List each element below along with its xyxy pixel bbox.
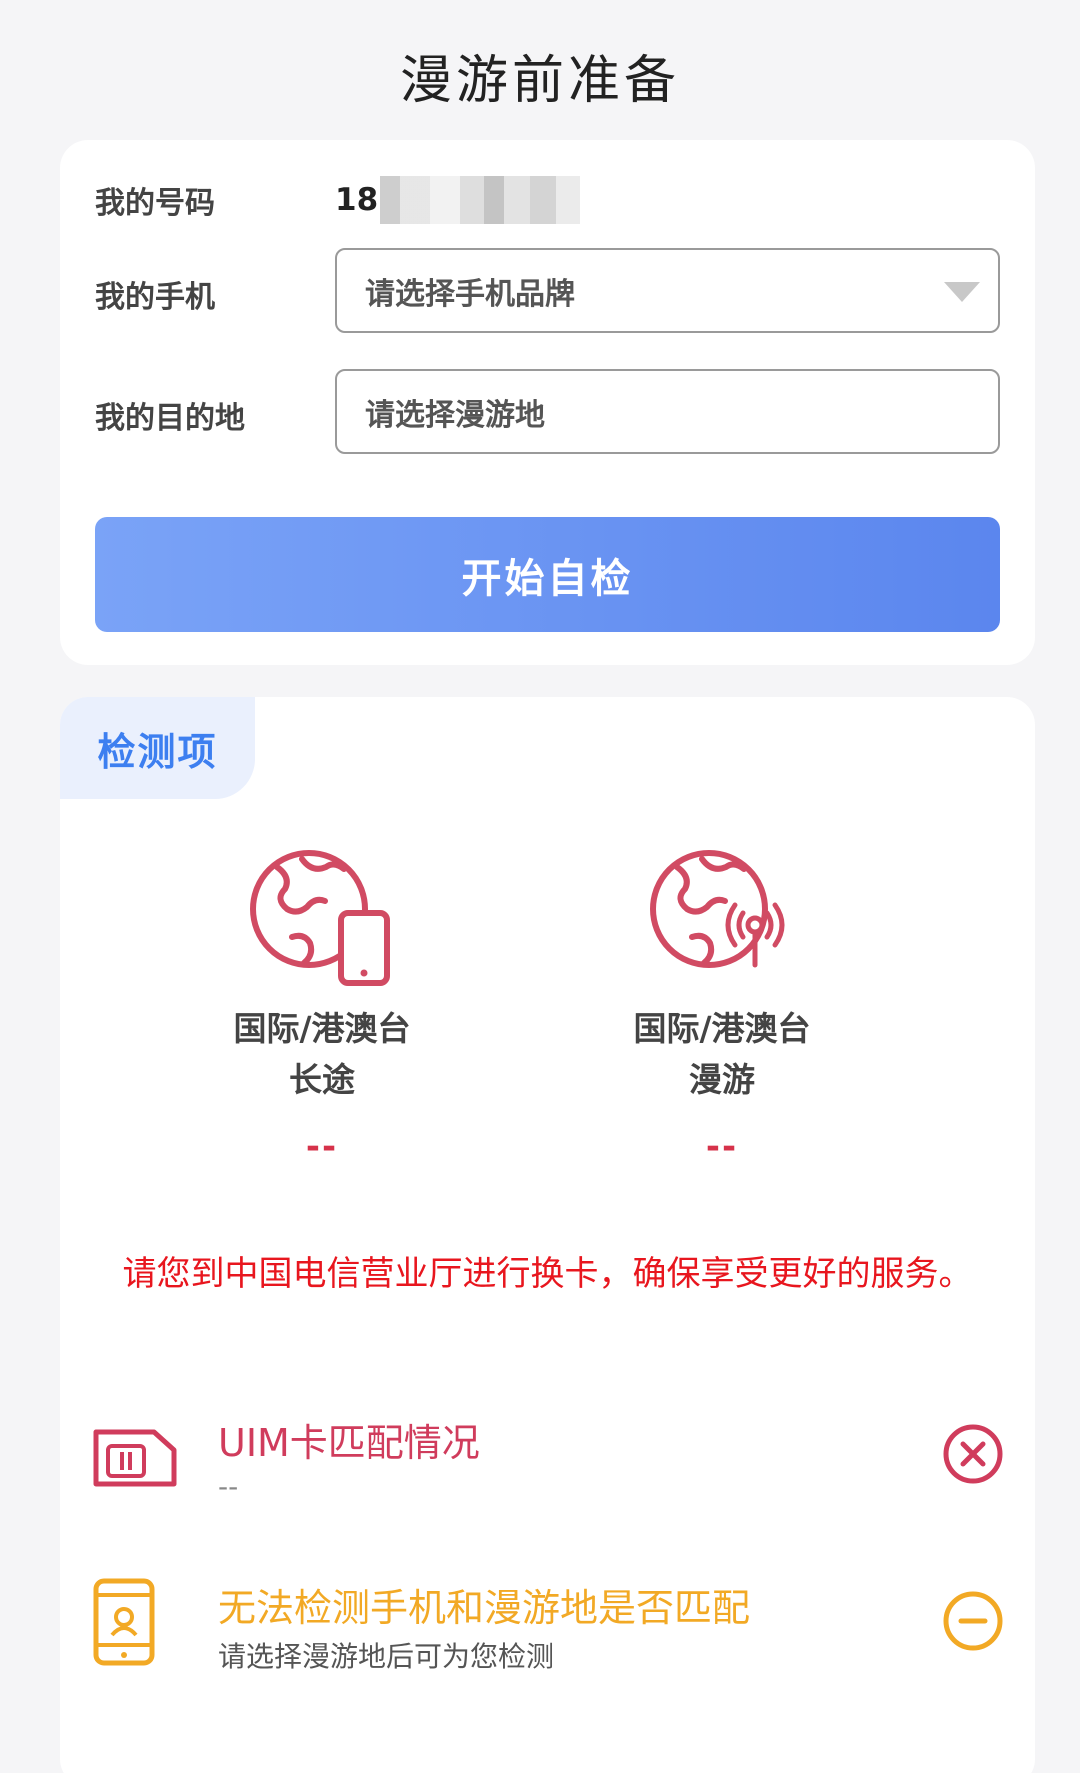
destination-placeholder: 请选择漫游地 xyxy=(365,397,545,433)
phone-number-prefix: 18 xyxy=(335,182,379,218)
globe-phone-icon xyxy=(250,850,390,986)
feature-international-roaming[interactable]: 国际/港澳台 漫游 -- xyxy=(572,837,872,1167)
phone-brand-placeholder: 请选择手机品牌 xyxy=(365,276,575,312)
phone-label: 我的手机 xyxy=(95,280,215,315)
check-title: 无法检测手机和漫游地是否匹配 xyxy=(218,1586,751,1630)
start-self-check-button[interactable]: 开始自检 xyxy=(95,517,1000,632)
check-item-uim[interactable]: UIM卡匹配情况 -- xyxy=(60,1412,1035,1542)
feature-status: -- xyxy=(705,1127,739,1167)
phone-brand-select[interactable]: 请选择手机品牌 xyxy=(335,248,1000,333)
destination-select[interactable]: 请选择漫游地 xyxy=(335,369,1000,454)
globe-signal-icon xyxy=(650,850,785,968)
feature-label: 国际/港澳台 长途 xyxy=(233,1009,411,1099)
roaming-prep-page: 漫游前准备 我的号码 18 我的手机 请选择手机品牌 我的目的地 请选择漫游地 … xyxy=(0,0,1080,1773)
feature-status: -- xyxy=(305,1127,339,1167)
masked-number xyxy=(380,176,581,224)
check-item-phone-location[interactable]: 无法检测手机和漫游地是否匹配 请选择漫游地后可为您检测 xyxy=(60,1577,1035,1707)
form-card: 我的号码 18 我的手机 请选择手机品牌 我的目的地 请选择漫游地 开始自检 xyxy=(60,140,1035,665)
tab-check-items[interactable]: 检测项 xyxy=(60,697,255,799)
feature-label: 国际/港澳台 漫游 xyxy=(633,1009,811,1099)
check-subtitle: 请选择漫游地后可为您检测 xyxy=(218,1640,555,1673)
checks-card: 检测项 国际/港澳台 长途 -- 国际/港澳台 漫游 -- 请您到中国电信营业厅… xyxy=(60,697,1035,1773)
page-title: 漫游前准备 xyxy=(399,51,680,111)
check-title: UIM卡匹配情况 xyxy=(218,1421,480,1465)
close-circle-icon xyxy=(943,1424,1003,1484)
number-label: 我的号码 xyxy=(95,186,215,221)
minus-circle-icon xyxy=(943,1591,1003,1651)
change-card-notice: 请您到中国电信营业厅进行换卡，确保享受更好的服务。 xyxy=(122,1254,973,1294)
phone-location-icon xyxy=(93,1578,155,1666)
dropdown-caret-icon xyxy=(944,282,980,302)
check-subtitle: -- xyxy=(218,1470,239,1503)
feature-international-long-distance[interactable]: 国际/港澳台 长途 -- xyxy=(172,837,472,1167)
phone-number-value: 18 xyxy=(335,176,581,224)
destination-label: 我的目的地 xyxy=(95,401,245,436)
sim-card-icon xyxy=(93,1429,177,1487)
